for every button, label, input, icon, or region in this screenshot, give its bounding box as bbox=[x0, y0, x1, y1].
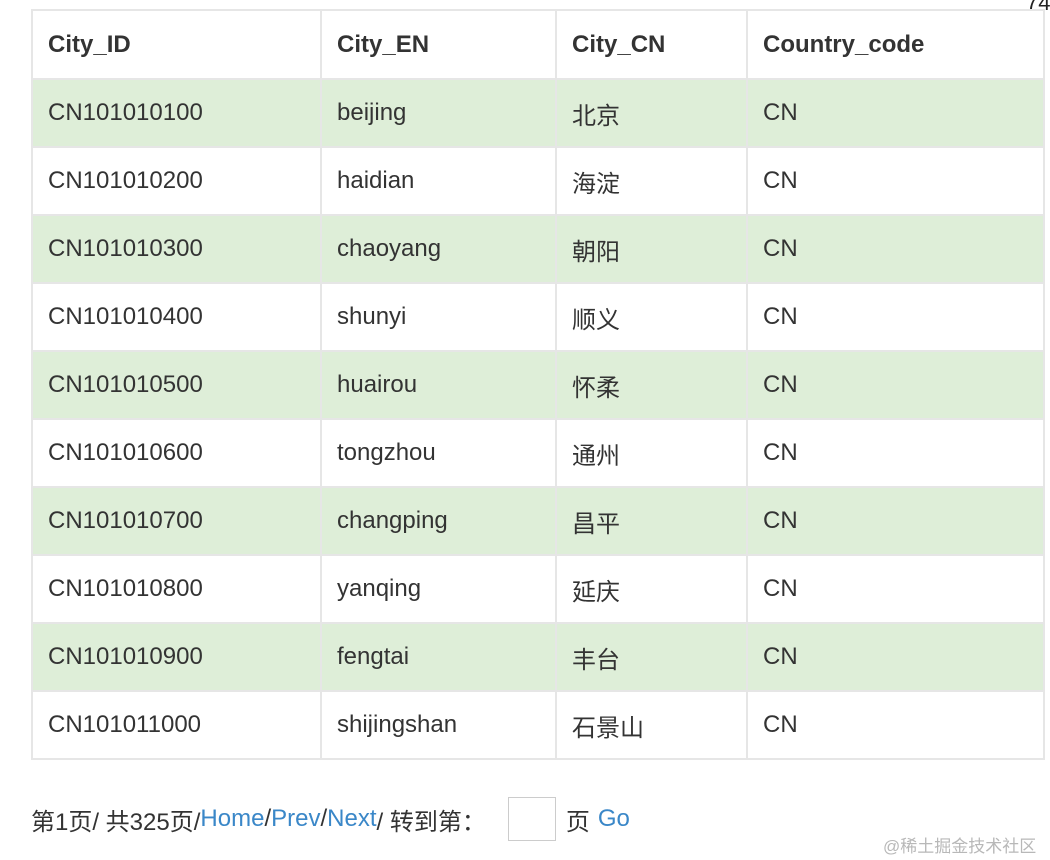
table-header-row: City_ID City_EN City_CN Country_code bbox=[31, 9, 1045, 80]
cell-city-id: CN101010200 bbox=[31, 146, 322, 216]
cell-city-cn: 怀柔 bbox=[555, 350, 748, 420]
page-suffix: 页 bbox=[565, 808, 590, 836]
separator: / bbox=[264, 805, 272, 832]
cell-city-en: shunyi bbox=[320, 282, 557, 352]
cell-city-en: shijingshan bbox=[320, 690, 557, 760]
cell-city-id: CN101010400 bbox=[31, 282, 322, 352]
home-link[interactable]: Home bbox=[200, 805, 264, 833]
go-button[interactable]: Go bbox=[598, 805, 630, 833]
cell-city-cn: 朝阳 bbox=[555, 214, 748, 284]
watermark: @稀土掘金技术社区 bbox=[883, 837, 1037, 856]
cell-country-code: CN bbox=[746, 690, 1045, 760]
cell-city-cn: 通州 bbox=[555, 418, 748, 488]
cell-city-cn: 海淀 bbox=[555, 146, 748, 216]
table-row: CN101010800 yanqing 延庆 CN bbox=[31, 554, 1045, 624]
table-row: CN101010900 fengtai 丰台 CN bbox=[31, 622, 1045, 692]
cell-city-id: CN101010800 bbox=[31, 554, 322, 624]
column-header-country-code: Country_code bbox=[746, 9, 1045, 80]
cell-country-code: CN bbox=[746, 622, 1045, 692]
column-header-city-id: City_ID bbox=[31, 9, 322, 80]
cell-city-en: fengtai bbox=[320, 622, 557, 692]
column-header-city-cn: City_CN bbox=[555, 9, 748, 80]
table-row: CN101010300 chaoyang 朝阳 CN bbox=[31, 214, 1045, 284]
cell-city-en: yanqing bbox=[320, 554, 557, 624]
column-header-city-en: City_EN bbox=[320, 9, 557, 80]
cell-country-code: CN bbox=[746, 486, 1045, 556]
cell-city-en: changping bbox=[320, 486, 557, 556]
table-row: CN101010500 huairou 怀柔 CN bbox=[31, 350, 1045, 420]
table-row: CN101011000 shijingshan 石景山 CN bbox=[31, 690, 1045, 760]
page-info: 第1页/ 共325页/ bbox=[31, 808, 201, 836]
cell-city-en: haidian bbox=[320, 146, 557, 216]
cell-country-code: CN bbox=[746, 554, 1045, 624]
cell-country-code: CN bbox=[746, 78, 1045, 148]
cell-city-cn: 北京 bbox=[555, 78, 748, 148]
table-row: CN101010600 tongzhou 通州 CN bbox=[31, 418, 1045, 488]
cell-city-id: CN101011000 bbox=[31, 690, 322, 760]
separator: / bbox=[320, 805, 328, 832]
cell-city-en: huairou bbox=[320, 350, 557, 420]
table-body: CN101010100 beijing 北京 CN CN101010200 haidian… bbox=[31, 78, 1045, 760]
cell-city-en: beijing bbox=[320, 78, 557, 148]
cell-city-id: CN101010500 bbox=[31, 350, 322, 420]
table-row: CN101010700 changping 昌平 CN bbox=[31, 486, 1045, 556]
table-row: CN101010200 haidian 海淀 CN bbox=[31, 146, 1045, 216]
cell-city-id: CN101010100 bbox=[31, 78, 322, 148]
cell-city-en: chaoyang bbox=[320, 214, 557, 284]
cell-city-cn: 顺义 bbox=[555, 282, 748, 352]
cell-country-code: CN bbox=[746, 214, 1045, 284]
cell-city-id: CN101010700 bbox=[31, 486, 322, 556]
cell-city-cn: 石景山 bbox=[555, 690, 748, 760]
cell-country-code: CN bbox=[746, 350, 1045, 420]
pagination: 第1页/ 共325页/ Home / Prev / Next / 转到第： 页 … bbox=[31, 796, 630, 842]
cell-city-id: CN101010900 bbox=[31, 622, 322, 692]
cell-country-code: CN bbox=[746, 418, 1045, 488]
cell-city-cn: 丰台 bbox=[555, 622, 748, 692]
table-row: CN101010100 beijing 北京 CN bbox=[31, 78, 1045, 148]
table-row: CN101010400 shunyi 顺义 CN bbox=[31, 282, 1045, 352]
cell-city-id: CN101010300 bbox=[31, 214, 322, 284]
page: 74 City_ID City_EN City_CN Country_code … bbox=[0, 0, 1050, 860]
next-link[interactable]: Next bbox=[327, 805, 376, 833]
cell-city-id: CN101010600 bbox=[31, 418, 322, 488]
cell-city-cn: 昌平 bbox=[555, 486, 748, 556]
cell-city-en: tongzhou bbox=[320, 418, 557, 488]
city-table: City_ID City_EN City_CN Country_code CN1… bbox=[31, 9, 1045, 760]
prev-link[interactable]: Prev bbox=[271, 805, 320, 833]
cell-city-cn: 延庆 bbox=[555, 554, 748, 624]
goto-label: / 转到第： bbox=[376, 808, 486, 836]
cell-country-code: CN bbox=[746, 282, 1045, 352]
goto-page-input[interactable] bbox=[507, 797, 556, 841]
cell-country-code: CN bbox=[746, 146, 1045, 216]
